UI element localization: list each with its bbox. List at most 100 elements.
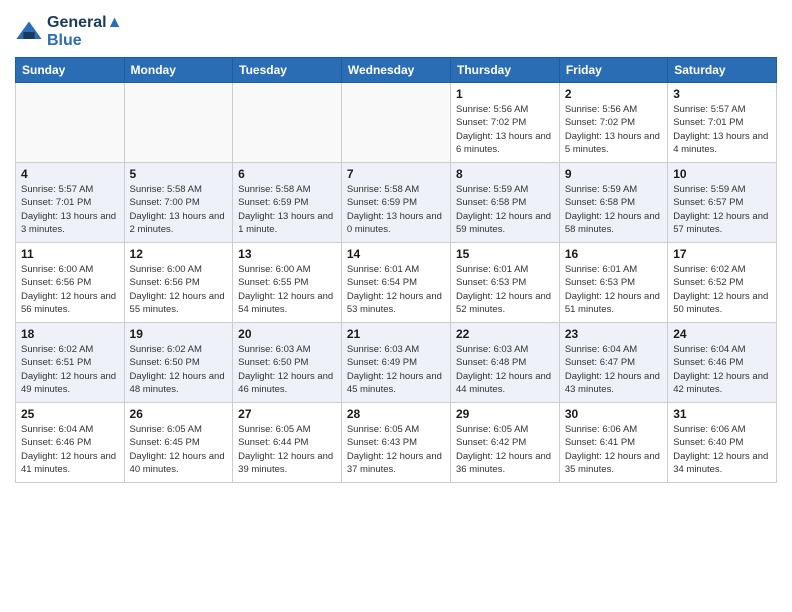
day-info: Sunrise: 6:01 AM Sunset: 6:53 PM Dayligh… xyxy=(565,263,662,316)
day-info: Sunrise: 6:05 AM Sunset: 6:43 PM Dayligh… xyxy=(347,423,445,476)
day-number: 17 xyxy=(673,247,771,261)
day-number: 15 xyxy=(456,247,554,261)
calendar-week-1: 1 Sunrise: 5:56 AM Sunset: 7:02 PM Daylig… xyxy=(16,83,777,163)
day-info: Sunrise: 6:02 AM Sunset: 6:52 PM Dayligh… xyxy=(673,263,771,316)
calendar-table: SundayMondayTuesdayWednesdayThursdayFrid… xyxy=(15,57,777,483)
calendar-cell: 24 Sunrise: 6:04 AM Sunset: 6:46 PM Dayli… xyxy=(668,323,777,403)
calendar-cell: 8 Sunrise: 5:59 AM Sunset: 6:58 PM Daylig… xyxy=(451,163,560,243)
day-number: 19 xyxy=(130,327,228,341)
day-info: Sunrise: 5:59 AM Sunset: 6:58 PM Dayligh… xyxy=(456,183,554,236)
calendar-cell: 26Sunrise: 6:05 AM Sunset: 6:45 PM Dayli… xyxy=(124,403,233,483)
day-info: Sunrise: 6:03 AM Sunset: 6:50 PM Dayligh… xyxy=(238,343,336,396)
day-number: 20 xyxy=(238,327,336,341)
calendar-cell: 20 Sunrise: 6:03 AM Sunset: 6:50 PM Dayli… xyxy=(233,323,342,403)
day-info: Sunrise: 5:59 AM Sunset: 6:57 PM Dayligh… xyxy=(673,183,771,236)
calendar-header-monday: Monday xyxy=(124,58,233,83)
day-info: Sunrise: 6:03 AM Sunset: 6:48 PM Dayligh… xyxy=(456,343,554,396)
day-number: 12 xyxy=(130,247,228,261)
calendar-cell: 1 Sunrise: 5:56 AM Sunset: 7:02 PM Daylig… xyxy=(451,83,560,163)
day-info: Sunrise: 6:00 AM Sunset: 6:56 PM Dayligh… xyxy=(21,263,119,316)
calendar-cell: 12 Sunrise: 6:00 AM Sunset: 6:56 PM Dayli… xyxy=(124,243,233,323)
calendar-cell: 30 Sunrise: 6:06 AM Sunset: 6:41 PM Dayli… xyxy=(559,403,667,483)
day-number: 22 xyxy=(456,327,554,341)
calendar-cell: 7 Sunrise: 5:58 AM Sunset: 6:59 PM Daylig… xyxy=(341,163,450,243)
day-number: 25 xyxy=(21,407,119,421)
day-info: Sunrise: 6:04 AM Sunset: 6:46 PM Dayligh… xyxy=(21,423,119,476)
day-info: Sunrise: 6:03 AM Sunset: 6:49 PM Dayligh… xyxy=(347,343,445,396)
calendar-cell: 5Sunrise: 5:58 AM Sunset: 7:00 PM Daylig… xyxy=(124,163,233,243)
logo-icon xyxy=(15,18,43,46)
calendar-header-row: SundayMondayTuesdayWednesdayThursdayFrid… xyxy=(16,58,777,83)
day-number: 29 xyxy=(456,407,554,421)
day-number: 14 xyxy=(347,247,445,261)
calendar-cell: 21 Sunrise: 6:03 AM Sunset: 6:49 PM Dayli… xyxy=(341,323,450,403)
header: General▲ Blue xyxy=(15,10,777,49)
day-number: 26 xyxy=(130,407,228,421)
calendar-header-thursday: Thursday xyxy=(451,58,560,83)
calendar-cell: 2 Sunrise: 5:56 AM Sunset: 7:02 PM Daylig… xyxy=(559,83,667,163)
day-number: 30 xyxy=(565,407,662,421)
calendar-cell: 3 Sunrise: 5:57 AM Sunset: 7:01 PM Daylig… xyxy=(668,83,777,163)
day-info: Sunrise: 5:58 AM Sunset: 6:59 PM Dayligh… xyxy=(238,183,336,236)
day-info: Sunrise: 6:01 AM Sunset: 6:54 PM Dayligh… xyxy=(347,263,445,316)
calendar-week-4: 18 Sunrise: 6:02 AM Sunset: 6:51 PM Dayli… xyxy=(16,323,777,403)
day-info: Sunrise: 6:04 AM Sunset: 6:46 PM Dayligh… xyxy=(673,343,771,396)
calendar-cell: 10 Sunrise: 5:59 AM Sunset: 6:57 PM Dayli… xyxy=(668,163,777,243)
day-number: 28 xyxy=(347,407,445,421)
logo-text: General▲ Blue xyxy=(47,14,122,49)
calendar-cell xyxy=(124,83,233,163)
day-number: 6 xyxy=(238,167,336,181)
day-info: Sunrise: 6:00 AM Sunset: 6:56 PM Dayligh… xyxy=(130,263,228,316)
calendar-cell xyxy=(16,83,125,163)
day-number: 18 xyxy=(21,327,119,341)
calendar-cell: 27Sunrise: 6:05 AM Sunset: 6:44 PM Dayli… xyxy=(233,403,342,483)
day-number: 21 xyxy=(347,327,445,341)
day-info: Sunrise: 6:02 AM Sunset: 6:51 PM Dayligh… xyxy=(21,343,119,396)
day-number: 8 xyxy=(456,167,554,181)
day-info: Sunrise: 5:56 AM Sunset: 7:02 PM Dayligh… xyxy=(565,103,662,156)
calendar-week-5: 25 Sunrise: 6:04 AM Sunset: 6:46 PM Dayli… xyxy=(16,403,777,483)
calendar-cell: 15Sunrise: 6:01 AM Sunset: 6:53 PM Dayli… xyxy=(451,243,560,323)
day-number: 31 xyxy=(673,407,771,421)
day-info: Sunrise: 6:05 AM Sunset: 6:42 PM Dayligh… xyxy=(456,423,554,476)
calendar-cell: 25 Sunrise: 6:04 AM Sunset: 6:46 PM Dayli… xyxy=(16,403,125,483)
day-info: Sunrise: 6:04 AM Sunset: 6:47 PM Dayligh… xyxy=(565,343,662,396)
day-number: 24 xyxy=(673,327,771,341)
day-info: Sunrise: 5:57 AM Sunset: 7:01 PM Dayligh… xyxy=(673,103,771,156)
calendar-cell: 29 Sunrise: 6:05 AM Sunset: 6:42 PM Dayli… xyxy=(451,403,560,483)
calendar-cell: 6 Sunrise: 5:58 AM Sunset: 6:59 PM Daylig… xyxy=(233,163,342,243)
day-info: Sunrise: 5:57 AM Sunset: 7:01 PM Dayligh… xyxy=(21,183,119,236)
calendar-cell: 31 Sunrise: 6:06 AM Sunset: 6:40 PM Dayli… xyxy=(668,403,777,483)
day-number: 7 xyxy=(347,167,445,181)
day-info: Sunrise: 6:02 AM Sunset: 6:50 PM Dayligh… xyxy=(130,343,228,396)
calendar-cell: 16Sunrise: 6:01 AM Sunset: 6:53 PM Dayli… xyxy=(559,243,667,323)
day-number: 4 xyxy=(21,167,119,181)
calendar-cell xyxy=(341,83,450,163)
day-info: Sunrise: 5:56 AM Sunset: 7:02 PM Dayligh… xyxy=(456,103,554,156)
day-info: Sunrise: 6:06 AM Sunset: 6:41 PM Dayligh… xyxy=(565,423,662,476)
calendar-header-saturday: Saturday xyxy=(668,58,777,83)
day-number: 2 xyxy=(565,87,662,101)
day-info: Sunrise: 5:58 AM Sunset: 6:59 PM Dayligh… xyxy=(347,183,445,236)
day-info: Sunrise: 5:58 AM Sunset: 7:00 PM Dayligh… xyxy=(130,183,228,236)
day-number: 3 xyxy=(673,87,771,101)
calendar-cell: 18 Sunrise: 6:02 AM Sunset: 6:51 PM Dayli… xyxy=(16,323,125,403)
calendar-header-tuesday: Tuesday xyxy=(233,58,342,83)
logo: General▲ Blue xyxy=(15,14,122,49)
calendar-cell: 4 Sunrise: 5:57 AM Sunset: 7:01 PM Daylig… xyxy=(16,163,125,243)
page: General▲ Blue SundayMondayTuesdayWednesd… xyxy=(0,0,792,612)
calendar-cell xyxy=(233,83,342,163)
day-number: 13 xyxy=(238,247,336,261)
calendar-header-friday: Friday xyxy=(559,58,667,83)
day-number: 11 xyxy=(21,247,119,261)
calendar-cell: 17 Sunrise: 6:02 AM Sunset: 6:52 PM Dayli… xyxy=(668,243,777,323)
calendar-cell: 22 Sunrise: 6:03 AM Sunset: 6:48 PM Dayli… xyxy=(451,323,560,403)
calendar-cell: 19 Sunrise: 6:02 AM Sunset: 6:50 PM Dayli… xyxy=(124,323,233,403)
calendar-cell: 23Sunrise: 6:04 AM Sunset: 6:47 PM Dayli… xyxy=(559,323,667,403)
day-number: 1 xyxy=(456,87,554,101)
day-info: Sunrise: 6:05 AM Sunset: 6:44 PM Dayligh… xyxy=(238,423,336,476)
day-info: Sunrise: 6:06 AM Sunset: 6:40 PM Dayligh… xyxy=(673,423,771,476)
day-number: 9 xyxy=(565,167,662,181)
day-number: 10 xyxy=(673,167,771,181)
calendar-cell: 11 Sunrise: 6:00 AM Sunset: 6:56 PM Dayli… xyxy=(16,243,125,323)
